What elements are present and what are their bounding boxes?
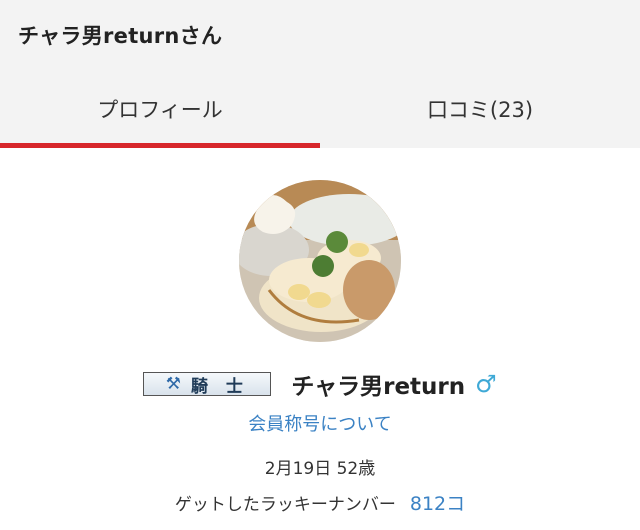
name-row: ⚒ 騎 士 チャラ男return ♂ [143,366,497,402]
rank-label: 騎 士 [190,376,249,397]
lucky-number-value[interactable]: 812コ [410,489,465,516]
lucky-number-row: ゲットしたラッキーナンバー 812コ [175,489,465,516]
pancake-photo [239,180,401,342]
tab-reviews[interactable]: 口コミ(23) [320,70,640,148]
crossed-axes-icon: ⚒ [165,373,181,394]
tab-profile[interactable]: プロフィール [0,70,320,148]
user-name: チャラ男return [291,374,466,400]
profile-section: ⚒ 騎 士 チャラ男return ♂ 会員称号について 2月19日 52歳 ゲッ… [0,148,640,516]
page-title: チャラ男returnさん [18,24,223,48]
tab-profile-label: プロフィール [97,98,223,122]
birth-age: 2月19日 52歳 [264,459,376,479]
lucky-number-label: ゲットしたラッキーナンバー [174,495,396,515]
page-header: チャラ男returnさん [0,0,640,70]
avatar[interactable] [239,180,401,342]
member-title-link[interactable]: 会員称号について [248,410,391,436]
tab-reviews-label: 口コミ(23) [426,98,534,122]
rank-badge[interactable]: ⚒ 騎 士 [143,372,272,397]
tab-bar: プロフィール 口コミ(23) [0,70,640,148]
male-icon: ♂ [475,370,497,398]
